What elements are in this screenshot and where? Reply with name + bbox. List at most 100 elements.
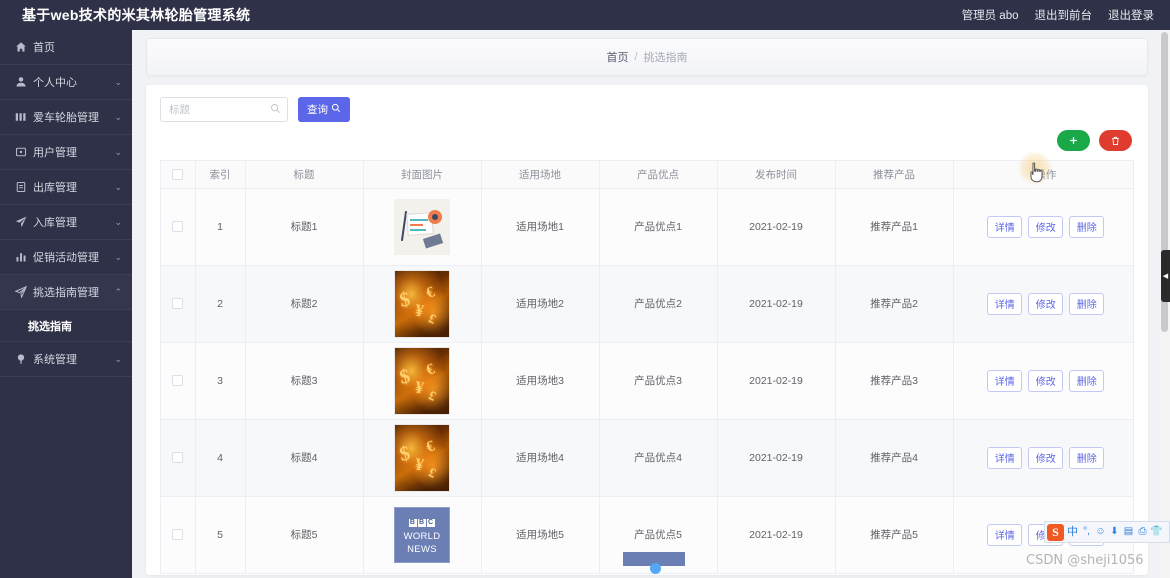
chevron-down-icon: ⌄ bbox=[114, 111, 122, 122]
cover-thumbnail[interactable]: $ ¥ € £ bbox=[394, 346, 450, 415]
currency-glyph: $ bbox=[397, 441, 413, 466]
detail-button[interactable]: 详情 bbox=[987, 292, 1023, 315]
edit-button[interactable]: 修改 bbox=[1028, 369, 1064, 392]
delete-button[interactable]: 删除 bbox=[1069, 292, 1105, 315]
sidebar-item-home[interactable]: 首页 bbox=[0, 30, 132, 65]
sogou-logo-icon[interactable]: S bbox=[1047, 523, 1064, 541]
cell-date: 2021-02-19 bbox=[717, 342, 836, 420]
user-icon bbox=[14, 76, 27, 89]
skin-icon[interactable]: 👕 bbox=[1150, 527, 1162, 537]
add-record-button[interactable] bbox=[1057, 130, 1090, 151]
keyboard-icon[interactable]: ▤ bbox=[1123, 527, 1134, 537]
delete-button[interactable]: 删除 bbox=[1069, 369, 1105, 392]
column-index: 索引 bbox=[195, 161, 246, 189]
cover-thumbnail[interactable]: $ ¥ € £ bbox=[394, 269, 450, 338]
cell-actions: 详情 修改 删除 bbox=[953, 419, 1133, 497]
chevron-down-icon: ⌄ bbox=[114, 353, 122, 364]
search-input[interactable] bbox=[161, 98, 261, 121]
menu-icon[interactable]: ⋮ bbox=[1165, 527, 1170, 537]
ime-mode-toggle[interactable]: 中 bbox=[1067, 526, 1078, 538]
search-icon bbox=[270, 101, 281, 119]
table-row: 3 标题3 $ ¥ € £ 适用场地3 产品优点3 2021-02-19 推荐产… bbox=[161, 342, 1133, 420]
sidebar-subitem-guide[interactable]: 挑选指南 bbox=[0, 310, 132, 342]
batch-delete-button[interactable] bbox=[1099, 130, 1132, 151]
microphone-icon[interactable]: ⬇ bbox=[1109, 527, 1120, 537]
edit-button[interactable]: 修改 bbox=[1028, 446, 1064, 469]
row-select-cell bbox=[161, 342, 196, 420]
chevron-down-icon: ⌄ bbox=[114, 181, 122, 192]
page-scrollbar[interactable] bbox=[1159, 30, 1170, 578]
sidebar-item-system-management[interactable]: 系统管理 ⌄ bbox=[0, 342, 132, 377]
sidebar-label-user-management: 用户管理 bbox=[33, 147, 77, 159]
breadcrumb-home[interactable]: 首页 bbox=[606, 49, 628, 65]
sidebar-item-tire-management[interactable]: 爱车轮胎管理 ⌄ bbox=[0, 100, 132, 135]
sidebar-item-guide-management[interactable]: 挑选指南管理 ⌃ bbox=[0, 275, 132, 310]
edit-button[interactable]: 修改 bbox=[1028, 292, 1064, 315]
sidebar-item-user-management[interactable]: 用户管理 ⌄ bbox=[0, 135, 132, 170]
detail-button[interactable]: 详情 bbox=[987, 446, 1023, 469]
sidebar-label-guide-management: 挑选指南管理 bbox=[33, 287, 99, 299]
emoji-icon[interactable]: ☺ bbox=[1095, 527, 1106, 537]
table-row: 1 标题1 适用场地1 产品优点1 2021-02-19 推荐产品1 详情 修改… bbox=[161, 188, 1133, 266]
currency-glyph: £ bbox=[426, 386, 439, 404]
cell-title: 标题1 bbox=[245, 188, 364, 266]
detail-button[interactable]: 详情 bbox=[987, 369, 1023, 392]
ime-toolbar: S 中 °, ☺ ⬇ ▤ ⎙ 👕 ⋮ bbox=[1044, 521, 1170, 543]
cell-product: 推荐产品4 bbox=[835, 419, 954, 497]
detail-button[interactable]: 详情 bbox=[987, 215, 1023, 238]
row-checkbox[interactable] bbox=[172, 529, 184, 541]
sidebar-item-inbound-management[interactable]: 入库管理 ⌄ bbox=[0, 205, 132, 240]
row-checkbox[interactable] bbox=[172, 221, 184, 233]
edit-button[interactable]: 修改 bbox=[1028, 215, 1064, 238]
breadcrumb: 首页 / 挑选指南 bbox=[146, 38, 1148, 76]
sidebar-label-tire-management: 爱车轮胎管理 bbox=[33, 112, 99, 124]
currency-glyph: £ bbox=[426, 309, 439, 327]
cell-actions: 详情 修改 删除 bbox=[953, 265, 1133, 343]
cover-thumbnail[interactable]: $ ¥ € £ bbox=[394, 423, 450, 492]
column-actions: 操作 bbox=[953, 161, 1133, 189]
currency-glyph: $ bbox=[397, 364, 413, 389]
cell-title: 标题4 bbox=[245, 419, 364, 497]
cell-merit: 产品优点1 bbox=[599, 188, 718, 266]
logout-to-frontend-link[interactable]: 退出到前台 bbox=[1035, 7, 1093, 23]
chevron-down-icon: ⌄ bbox=[114, 251, 122, 262]
currency-glyph: ¥ bbox=[413, 299, 426, 321]
cell-product: 推荐产品1 bbox=[835, 188, 954, 266]
search-toolbar: 查询 bbox=[146, 85, 1148, 122]
currency-glyph: € bbox=[424, 437, 437, 456]
delete-button[interactable]: 删除 bbox=[1069, 446, 1105, 469]
cell-date: 2021-02-19 bbox=[717, 419, 836, 497]
cell-actions: 详情 修改 删除 bbox=[953, 342, 1133, 420]
clipboard-icon[interactable]: ⎙ bbox=[1137, 527, 1148, 537]
cell-merit: 产品优点4 bbox=[599, 419, 718, 497]
detail-button[interactable]: 详情 bbox=[987, 523, 1023, 546]
sidebar-item-outbound-management[interactable]: 出库管理 ⌄ bbox=[0, 170, 132, 205]
main-content: 首页 / 挑选指南 查询 bbox=[132, 30, 1170, 578]
cell-merit: 产品优点2 bbox=[599, 265, 718, 343]
sidebar-item-promotion-management[interactable]: 促销活动管理 ⌄ bbox=[0, 240, 132, 275]
punctuation-icon[interactable]: °, bbox=[1081, 527, 1092, 537]
watermark-text: CSDN @sheji1056 bbox=[1026, 553, 1144, 568]
cell-title: 标题2 bbox=[245, 265, 364, 343]
sidebar-item-personal-center[interactable]: 个人中心 ⌄ bbox=[0, 65, 132, 100]
cover-thumbnail[interactable] bbox=[394, 198, 450, 255]
row-checkbox[interactable] bbox=[172, 298, 184, 310]
logout-link[interactable]: 退出登录 bbox=[1108, 7, 1154, 23]
select-all-checkbox[interactable] bbox=[172, 168, 184, 180]
search-field-wrapper bbox=[160, 97, 288, 122]
panel-collapse-handle[interactable]: ◀ bbox=[1161, 250, 1170, 302]
cell-cover bbox=[363, 188, 482, 266]
chevron-down-icon: ⌄ bbox=[114, 216, 122, 227]
cell-merit: 产品优点3 bbox=[599, 342, 718, 420]
column-product: 推荐产品 bbox=[835, 161, 954, 189]
breadcrumb-separator: / bbox=[634, 51, 638, 63]
sidebar-label-outbound-management: 出库管理 bbox=[33, 182, 77, 194]
sidebar-nav: 首页 个人中心 ⌄ 爱车轮胎管理 ⌄ 用户管理 ⌄ 出库管理 ⌄ 入库管理 ⌄ … bbox=[0, 30, 132, 578]
delete-button[interactable]: 删除 bbox=[1069, 215, 1105, 238]
dot-icon bbox=[428, 209, 442, 224]
query-button[interactable]: 查询 bbox=[298, 97, 350, 122]
cell-date: 2021-02-19 bbox=[717, 188, 836, 266]
chevron-down-icon: ⌄ bbox=[114, 146, 122, 157]
row-checkbox[interactable] bbox=[172, 375, 184, 387]
row-checkbox[interactable] bbox=[172, 452, 184, 464]
